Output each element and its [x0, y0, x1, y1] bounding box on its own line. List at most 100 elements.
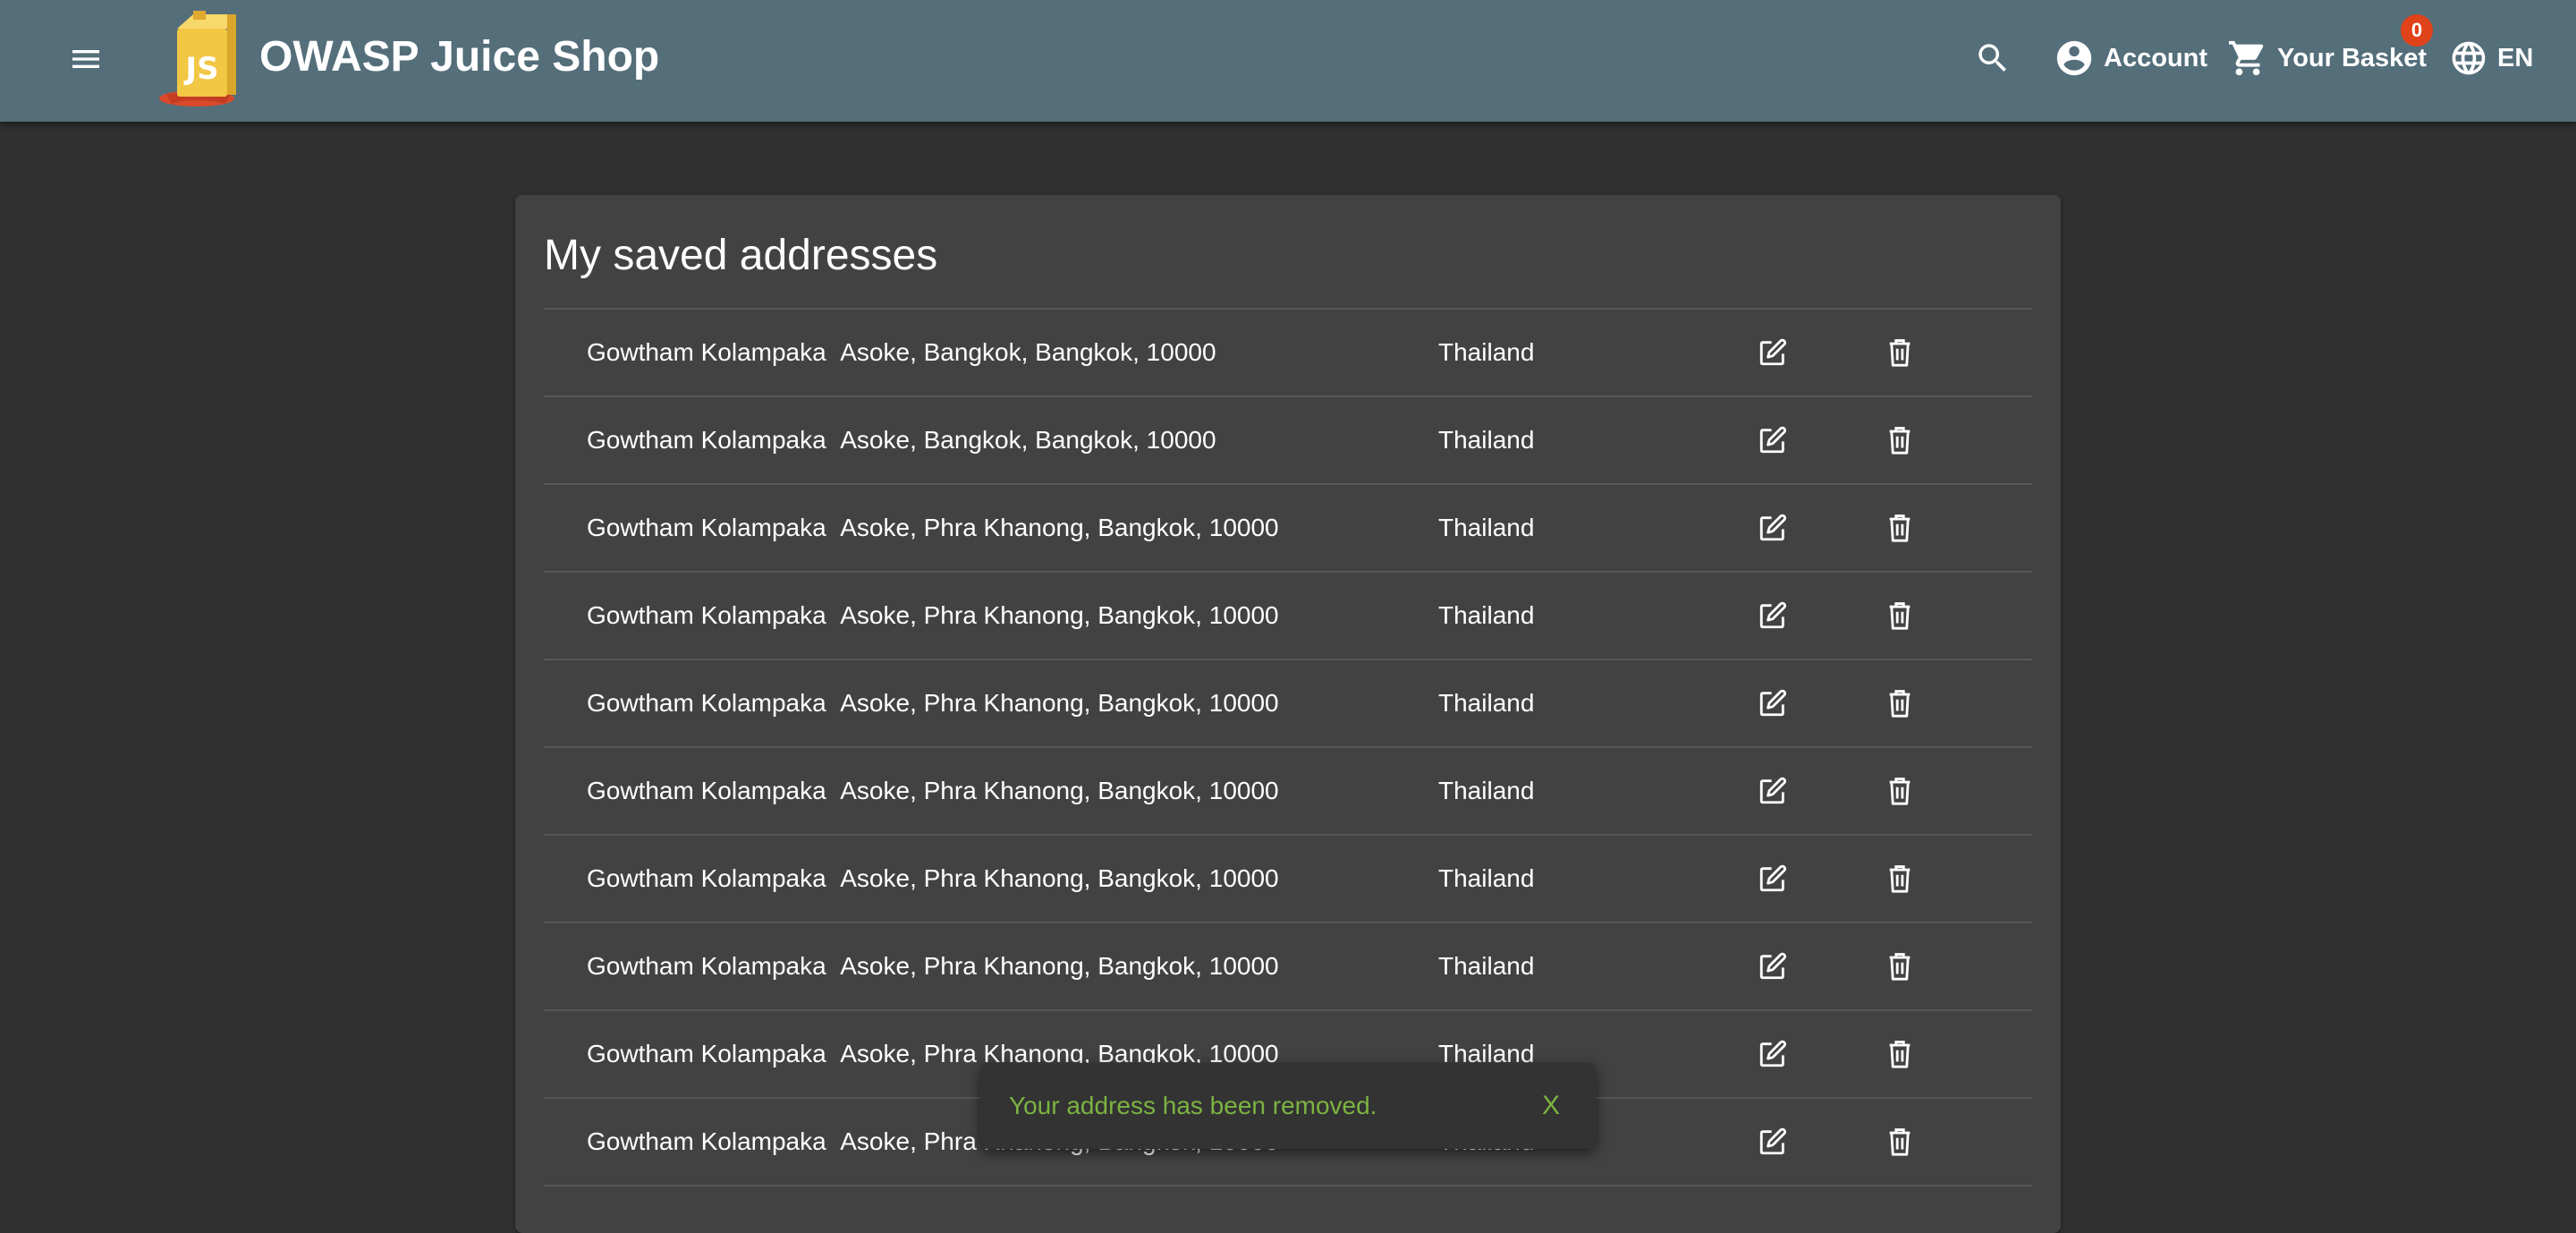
juice-shop-logo[interactable]: JS — [157, 9, 250, 109]
edit-icon — [1759, 338, 1786, 366]
address-line: Asoke, Phra Khanong, Bangkok, 10000 — [840, 514, 1279, 541]
trash-icon — [1889, 953, 1911, 981]
address-name: Gowtham Kolampaka — [587, 601, 826, 629]
shopping-cart-icon — [2228, 40, 2264, 76]
edit-address-button[interactable] — [1750, 680, 1796, 727]
address-line: Asoke, Phra Khanong, Bangkok, 10000 — [840, 864, 1279, 892]
edit-icon — [1759, 777, 1786, 804]
address-line: Asoke, Bangkok, Bangkok, 10000 — [840, 338, 1216, 366]
address-line: Asoke, Bangkok, Bangkok, 10000 — [840, 426, 1216, 454]
edit-address-button[interactable] — [1750, 768, 1796, 814]
edit-address-button[interactable] — [1750, 855, 1796, 902]
top-toolbar: JS OWASP Juice Shop Account Your Basket … — [0, 0, 2576, 122]
address-cell: Gowtham Kolampaka Asoke, Bangkok, Bangko… — [587, 397, 1216, 483]
address-name: Gowtham Kolampaka — [587, 1040, 826, 1067]
address-line: Asoke, Phra Khanong, Bangkok, 10000 — [840, 689, 1279, 717]
edit-address-button[interactable] — [1750, 329, 1796, 376]
trash-icon — [1889, 1128, 1911, 1156]
snackbar-message: Your address has been removed. — [1009, 1092, 1377, 1119]
svg-text:JS: JS — [183, 51, 218, 87]
address-row: Gowtham Kolampaka Asoke, Phra Khanong, B… — [544, 485, 2032, 573]
address-row: Gowtham Kolampaka Asoke, Bangkok, Bangko… — [544, 397, 2032, 485]
address-row: Gowtham Kolampaka Asoke, Phra Khanong, B… — [544, 836, 2032, 923]
address-cell: Gowtham Kolampaka Asoke, Phra Khanong, B… — [587, 923, 1279, 1009]
trash-icon — [1889, 865, 1911, 893]
address-cell: Gowtham Kolampaka Asoke, Phra Khanong, B… — [587, 573, 1279, 659]
basket-count-badge: 0 — [2401, 14, 2433, 47]
edit-address-button[interactable] — [1750, 1118, 1796, 1165]
address-cell: Gowtham Kolampaka Asoke, Phra Khanong, B… — [587, 836, 1279, 922]
trash-icon — [1889, 427, 1911, 455]
address-row: Gowtham Kolampaka Asoke, Bangkok, Bangko… — [544, 310, 2032, 397]
address-row: Gowtham Kolampaka Asoke, Phra Khanong, B… — [544, 923, 2032, 1011]
address-name: Gowtham Kolampaka — [587, 514, 826, 541]
trash-icon — [1889, 690, 1911, 718]
delete-address-button[interactable] — [1877, 943, 1923, 990]
country-cell: Thailand — [1438, 514, 1535, 541]
country-cell: Thailand — [1438, 601, 1535, 629]
account-circle-icon — [2056, 40, 2092, 76]
basket-button[interactable]: Your Basket — [2227, 27, 2427, 89]
address-name: Gowtham Kolampaka — [587, 1127, 826, 1155]
snackbar: Your address has been removed. X — [980, 1063, 1596, 1149]
address-cell: Gowtham Kolampaka Asoke, Bangkok, Bangko… — [587, 310, 1216, 395]
country-cell: Thailand — [1438, 689, 1535, 717]
language-label: EN — [2497, 43, 2534, 72]
edit-icon — [1759, 426, 1786, 454]
delete-address-button[interactable] — [1877, 417, 1923, 463]
trash-icon — [1889, 1041, 1911, 1068]
menu-icon — [72, 50, 99, 68]
country-cell: Thailand — [1438, 426, 1535, 454]
trash-icon — [1889, 602, 1911, 630]
country-cell: Thailand — [1438, 338, 1535, 366]
edit-address-button[interactable] — [1750, 505, 1796, 551]
edit-icon — [1759, 1040, 1786, 1067]
snackbar-close-button[interactable]: X — [1528, 1083, 1574, 1129]
edit-icon — [1759, 952, 1786, 980]
address-cell: Gowtham Kolampaka Asoke, Phra Khanong, B… — [587, 485, 1279, 571]
delete-address-button[interactable] — [1877, 1031, 1923, 1077]
address-row: Gowtham Kolampaka Asoke, Phra Khanong, B… — [544, 660, 2032, 748]
address-cell: Gowtham Kolampaka Asoke, Phra Khanong, B… — [587, 660, 1279, 746]
edit-icon — [1759, 514, 1786, 541]
search-icon — [1979, 44, 2006, 72]
account-button[interactable]: Account — [2054, 27, 2207, 89]
address-name: Gowtham Kolampaka — [587, 338, 826, 366]
address-name: Gowtham Kolampaka — [587, 777, 826, 804]
trash-icon — [1889, 514, 1911, 542]
edit-address-button[interactable] — [1750, 417, 1796, 463]
search-button[interactable] — [1964, 27, 2021, 89]
delete-address-button[interactable] — [1877, 855, 1923, 902]
edit-icon — [1759, 1127, 1786, 1155]
address-table: Gowtham Kolampaka Asoke, Bangkok, Bangko… — [544, 308, 2032, 1186]
delete-address-button[interactable] — [1877, 768, 1923, 814]
trash-icon — [1889, 339, 1911, 367]
edit-address-button[interactable] — [1750, 943, 1796, 990]
edit-icon — [1759, 864, 1786, 892]
country-cell: Thailand — [1438, 864, 1535, 892]
app-title[interactable]: OWASP Juice Shop — [259, 30, 659, 84]
edit-address-button[interactable] — [1750, 592, 1796, 639]
trash-icon — [1889, 778, 1911, 805]
delete-address-button[interactable] — [1877, 505, 1923, 551]
edit-icon — [1759, 601, 1786, 629]
globe-icon — [2452, 41, 2486, 75]
basket-label: Your Basket — [2277, 43, 2428, 72]
address-line: Asoke, Phra Khanong, Bangkok, 10000 — [840, 952, 1279, 980]
sidenav-menu-button[interactable] — [57, 30, 114, 88]
address-row: Gowtham Kolampaka Asoke, Phra Khanong, B… — [544, 748, 2032, 836]
delete-address-button[interactable] — [1877, 1118, 1923, 1165]
address-row: Gowtham Kolampaka Asoke, Phra Khanong, B… — [544, 573, 2032, 660]
address-name: Gowtham Kolampaka — [587, 952, 826, 980]
delete-address-button[interactable] — [1877, 329, 1923, 376]
page-title: My saved addresses — [544, 232, 938, 279]
address-line: Asoke, Phra Khanong, Bangkok, 10000 — [840, 777, 1279, 804]
address-name: Gowtham Kolampaka — [587, 864, 826, 892]
delete-address-button[interactable] — [1877, 680, 1923, 727]
address-name: Gowtham Kolampaka — [587, 426, 826, 454]
delete-address-button[interactable] — [1877, 592, 1923, 639]
account-label: Account — [2104, 43, 2207, 72]
language-button[interactable]: EN — [2449, 27, 2533, 89]
edit-icon — [1759, 689, 1786, 717]
edit-address-button[interactable] — [1750, 1031, 1796, 1077]
